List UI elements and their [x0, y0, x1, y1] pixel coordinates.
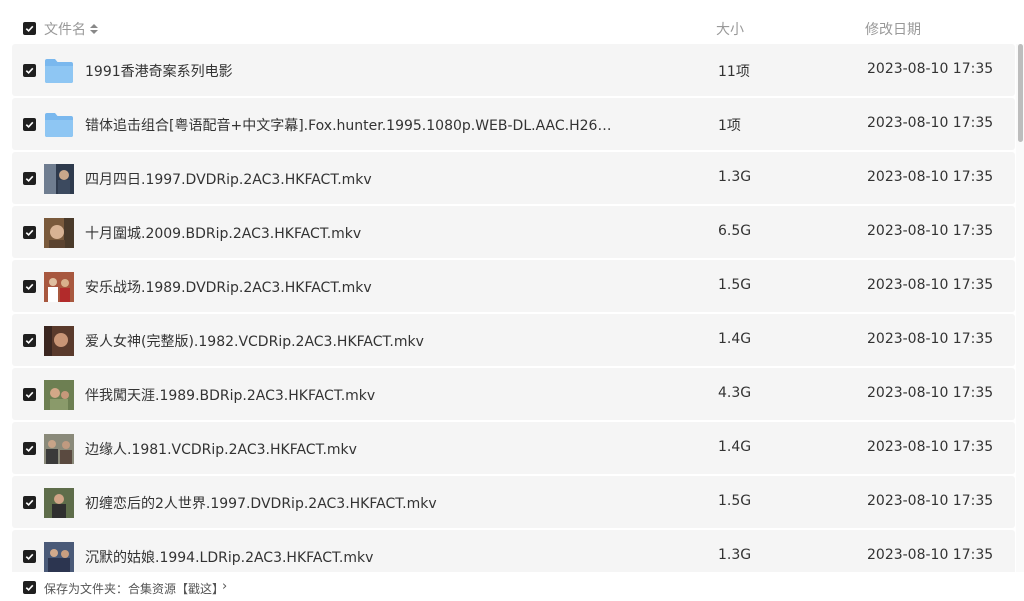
footer-bar: 保存为文件夹：合集资源【戳这】 › — [0, 572, 1024, 601]
save-as-folder-checkbox[interactable] — [23, 581, 36, 594]
column-header-name[interactable]: 文件名 — [44, 19, 98, 39]
file-row[interactable]: 沉默的姑娘.1994.LDRip.2AC3.HKFACT.mkv 1.3G 20… — [12, 530, 1015, 572]
row-checkbox[interactable] — [23, 64, 36, 77]
file-row[interactable]: 四月四日.1997.DVDRip.2AC3.HKFACT.mkv 1.3G 20… — [12, 152, 1015, 204]
file-date: 2023-08-10 17:35 — [867, 439, 994, 455]
file-name[interactable]: 十月圍城.2009.BDRip.2AC3.HKFACT.mkv — [85, 223, 361, 243]
folder-icon — [45, 59, 73, 83]
file-list: 1991香港奇案系列电影 11项 2023-08-10 17:35 错体追击组合… — [12, 44, 1015, 572]
file-date: 2023-08-10 17:35 — [867, 115, 994, 131]
file-date: 2023-08-10 17:35 — [867, 547, 994, 563]
file-size: 11项 — [718, 64, 750, 80]
video-thumbnail — [44, 218, 74, 248]
file-date: 2023-08-10 17:35 — [867, 385, 994, 401]
file-name[interactable]: 安乐战场.1989.DVDRip.2AC3.HKFACT.mkv — [85, 277, 372, 297]
video-thumbnail — [44, 434, 74, 464]
file-size: 1.5G — [718, 277, 752, 293]
column-header-date[interactable]: 修改日期 — [865, 19, 921, 39]
row-checkbox[interactable] — [23, 118, 36, 131]
file-date: 2023-08-10 17:35 — [867, 223, 994, 239]
file-name[interactable]: 爱人女神(完整版).1982.VCDRip.2AC3.HKFACT.mkv — [85, 331, 424, 351]
file-date: 2023-08-10 17:35 — [867, 277, 994, 293]
file-size: 6.5G — [718, 223, 752, 239]
video-thumbnail — [44, 164, 74, 194]
file-row[interactable]: 1991香港奇案系列电影 11项 2023-08-10 17:35 — [12, 44, 1015, 96]
row-checkbox[interactable] — [23, 334, 36, 347]
file-date: 2023-08-10 17:35 — [867, 331, 994, 347]
file-date: 2023-08-10 17:35 — [867, 61, 994, 77]
list-header: 文件名 大小 修改日期 — [0, 0, 1024, 44]
file-row[interactable]: 爱人女神(完整版).1982.VCDRip.2AC3.HKFACT.mkv 1.… — [12, 314, 1015, 366]
file-name[interactable]: 四月四日.1997.DVDRip.2AC3.HKFACT.mkv — [85, 169, 372, 189]
video-thumbnail — [44, 272, 74, 302]
video-thumbnail — [44, 326, 74, 356]
scrollbar-thumb[interactable] — [1018, 44, 1023, 142]
file-size: 1.4G — [718, 439, 752, 455]
row-checkbox[interactable] — [23, 496, 36, 509]
row-checkbox[interactable] — [23, 442, 36, 455]
file-row[interactable]: 十月圍城.2009.BDRip.2AC3.HKFACT.mkv 6.5G 202… — [12, 206, 1015, 258]
file-size: 1项 — [718, 118, 741, 134]
file-row[interactable]: 伴我闖天涯.1989.BDRip.2AC3.HKFACT.mkv 4.3G 20… — [12, 368, 1015, 420]
file-size: 1.3G — [718, 169, 752, 185]
file-size: 4.3G — [718, 385, 752, 401]
video-thumbnail — [44, 380, 74, 410]
column-header-size[interactable]: 大小 — [716, 19, 744, 39]
file-name[interactable]: 1991香港奇案系列电影 — [85, 61, 233, 81]
file-date: 2023-08-10 17:35 — [867, 169, 994, 185]
row-checkbox[interactable] — [23, 226, 36, 239]
select-all-checkbox[interactable] — [23, 22, 36, 35]
file-row[interactable]: 安乐战场.1989.DVDRip.2AC3.HKFACT.mkv 1.5G 20… — [12, 260, 1015, 312]
column-header-name-label: 文件名 — [44, 22, 86, 38]
row-checkbox[interactable] — [23, 280, 36, 293]
chevron-right-icon[interactable]: › — [222, 579, 227, 594]
row-checkbox[interactable] — [23, 172, 36, 185]
video-thumbnail — [44, 488, 74, 518]
file-name[interactable]: 伴我闖天涯.1989.BDRip.2AC3.HKFACT.mkv — [85, 385, 375, 405]
file-row[interactable]: 错体追击组合[粤语配音+中文字幕].Fox.hunter.1995.1080p.… — [12, 98, 1015, 150]
file-name[interactable]: 错体追击组合[粤语配音+中文字幕].Fox.hunter.1995.1080p.… — [85, 115, 615, 135]
save-as-folder-label[interactable]: 保存为文件夹：合集资源【戳这】 — [44, 580, 224, 597]
file-size: 1.5G — [718, 493, 752, 509]
file-row[interactable]: 初缠恋后的2人世界.1997.DVDRip.2AC3.HKFACT.mkv 1.… — [12, 476, 1015, 528]
sort-icon[interactable] — [90, 23, 98, 35]
vertical-scrollbar[interactable] — [1016, 44, 1024, 572]
folder-icon — [45, 113, 73, 137]
file-name[interactable]: 初缠恋后的2人世界.1997.DVDRip.2AC3.HKFACT.mkv — [85, 493, 437, 513]
file-name[interactable]: 沉默的姑娘.1994.LDRip.2AC3.HKFACT.mkv — [85, 547, 373, 567]
video-thumbnail — [44, 542, 74, 572]
file-name[interactable]: 边缘人.1981.VCDRip.2AC3.HKFACT.mkv — [85, 439, 357, 459]
file-date: 2023-08-10 17:35 — [867, 493, 994, 509]
file-size: 1.4G — [718, 331, 752, 347]
file-row[interactable]: 边缘人.1981.VCDRip.2AC3.HKFACT.mkv 1.4G 202… — [12, 422, 1015, 474]
row-checkbox[interactable] — [23, 388, 36, 401]
file-size: 1.3G — [718, 547, 752, 563]
row-checkbox[interactable] — [23, 550, 36, 563]
